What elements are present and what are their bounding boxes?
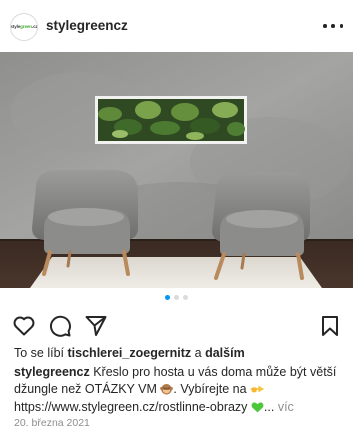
send-icon[interactable] [84,314,108,338]
caption-more-link[interactable]: víc [278,400,294,414]
likes-prefix: To se líbí [14,346,65,360]
heart-icon[interactable] [12,314,36,338]
post-header: stylegreen.cz stylegreencz [0,0,353,52]
likes-user-link[interactable]: tischlerei_zoegernitz [68,346,192,360]
monkey-emoji-icon [160,382,174,400]
comment-icon[interactable] [48,314,72,338]
avatar-logo: stylegreen.cz [10,23,38,29]
avatar[interactable]: stylegreen.cz [10,13,38,41]
caption-text-2: . Vybírejte na [173,381,247,396]
photo-image [0,52,353,288]
post-caption: stylegreencz Křeslo pro hosta u vás doma… [14,364,344,418]
carousel-dot [183,295,188,300]
action-bar [0,310,353,340]
post-date: 20. března 2021 [14,417,90,429]
likes-others-link[interactable]: dalším [205,346,245,360]
carousel-dot-active [165,295,170,300]
carousel-indicator [0,295,353,300]
bookmark-icon[interactable] [318,314,342,338]
likes-line: To se líbí tischlerei_zoegernitz a další… [14,346,245,360]
caption-ellipsis: ... [263,400,275,414]
likes-joiner: a [194,346,202,360]
carousel-dot [174,295,179,300]
caption-username[interactable]: stylegreencz [14,365,90,379]
post-username[interactable]: stylegreencz [46,18,128,33]
pointing-hand-emoji-icon [250,383,265,400]
green-heart-emoji-icon [251,401,264,418]
more-options-icon[interactable] [323,19,343,33]
caption-link[interactable]: https://www.stylegreen.cz/rostlinne-obra… [14,400,247,414]
post-photo[interactable] [0,52,353,288]
